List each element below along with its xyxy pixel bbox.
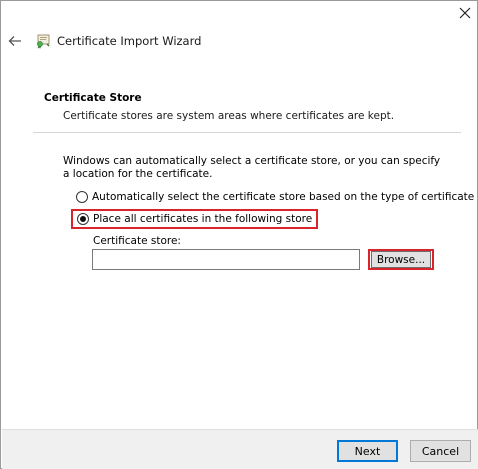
auto-select-label: Automatically select the certificate sto…	[92, 191, 475, 203]
wizard-window: Certificate Import Wizard Certificate St…	[0, 0, 478, 469]
section-header: Certificate Store Certificate stores are…	[44, 92, 464, 122]
wizard-footer: Next Cancel	[2, 429, 478, 469]
section-description: Certificate stores are system areas wher…	[63, 110, 395, 122]
auto-select-option[interactable]: Automatically select the certificate sto…	[76, 191, 474, 203]
wizard-titlebar: Certificate Import Wizard	[7, 30, 201, 52]
cancel-button[interactable]: Cancel	[410, 440, 471, 462]
close-button[interactable]	[457, 5, 473, 21]
place-in-store-label: Place all certificates in the following …	[93, 213, 313, 225]
certificate-store-label: Certificate store:	[93, 235, 181, 247]
header-divider	[33, 132, 461, 133]
browse-button[interactable]: Browse...	[371, 251, 431, 268]
section-heading: Certificate Store	[44, 92, 142, 104]
intro-text: Windows can automatically select a certi…	[63, 155, 441, 180]
wizard-title: Certificate Import Wizard	[57, 34, 202, 48]
next-button[interactable]: Next	[337, 440, 398, 462]
auto-select-radio[interactable]	[76, 191, 88, 203]
back-arrow-icon	[8, 36, 21, 46]
place-in-store-option[interactable]: Place all certificates in the following …	[71, 209, 319, 229]
certificate-icon	[37, 34, 50, 49]
certificate-store-input[interactable]	[92, 249, 360, 270]
close-icon	[459, 7, 471, 19]
back-button[interactable]	[7, 33, 23, 49]
place-in-store-radio[interactable]	[77, 213, 89, 225]
